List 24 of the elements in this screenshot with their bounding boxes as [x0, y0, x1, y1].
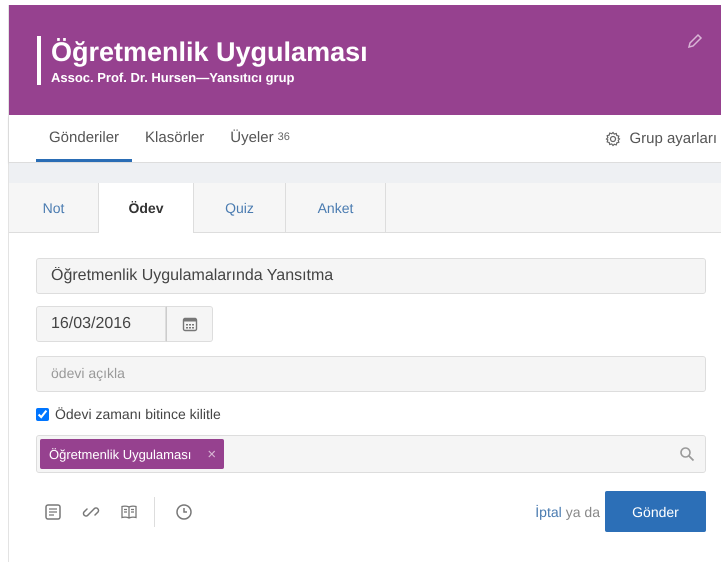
edit-icon[interactable]	[687, 33, 703, 49]
submit-button[interactable]: Gönder	[605, 491, 706, 532]
calendar-icon	[182, 316, 198, 332]
or-text: ya da	[566, 504, 600, 520]
settings-icon	[605, 130, 622, 146]
settings-button[interactable]: Grup ayarları	[605, 115, 721, 162]
group-subtitle: Assoc. Prof. Dr. Hursen—Yansıtıcı grup	[51, 70, 296, 85]
tag-label: Öğretmenlik Uygulaması	[49, 446, 192, 462]
clock-icon[interactable]	[175, 502, 193, 520]
recipients-field[interactable]: Öğretmenlik Uygulaması ×	[36, 435, 706, 473]
book-icon[interactable]	[120, 502, 138, 520]
cancel-link[interactable]: İptal	[535, 504, 562, 520]
nav-tab[interactable]: Klasörler	[132, 115, 218, 162]
date-field[interactable]: 16/03/2016	[36, 306, 166, 342]
lock-checkbox[interactable]	[36, 408, 49, 420]
calendar-button[interactable]	[166, 306, 213, 342]
nav-tab[interactable]: Üyeler 36	[217, 115, 303, 162]
lock-label: Ödevi zamanı bitince kilitle	[55, 406, 221, 422]
search-icon[interactable]	[679, 446, 695, 462]
note-icon[interactable]	[44, 502, 62, 520]
description-field[interactable]: ödevi açıkla	[36, 356, 706, 392]
member-count: 36	[278, 131, 290, 143]
group-title: Öğretmenlik Uygulaması	[51, 36, 368, 68]
post-type-tab[interactable]: Ödev	[99, 183, 194, 233]
